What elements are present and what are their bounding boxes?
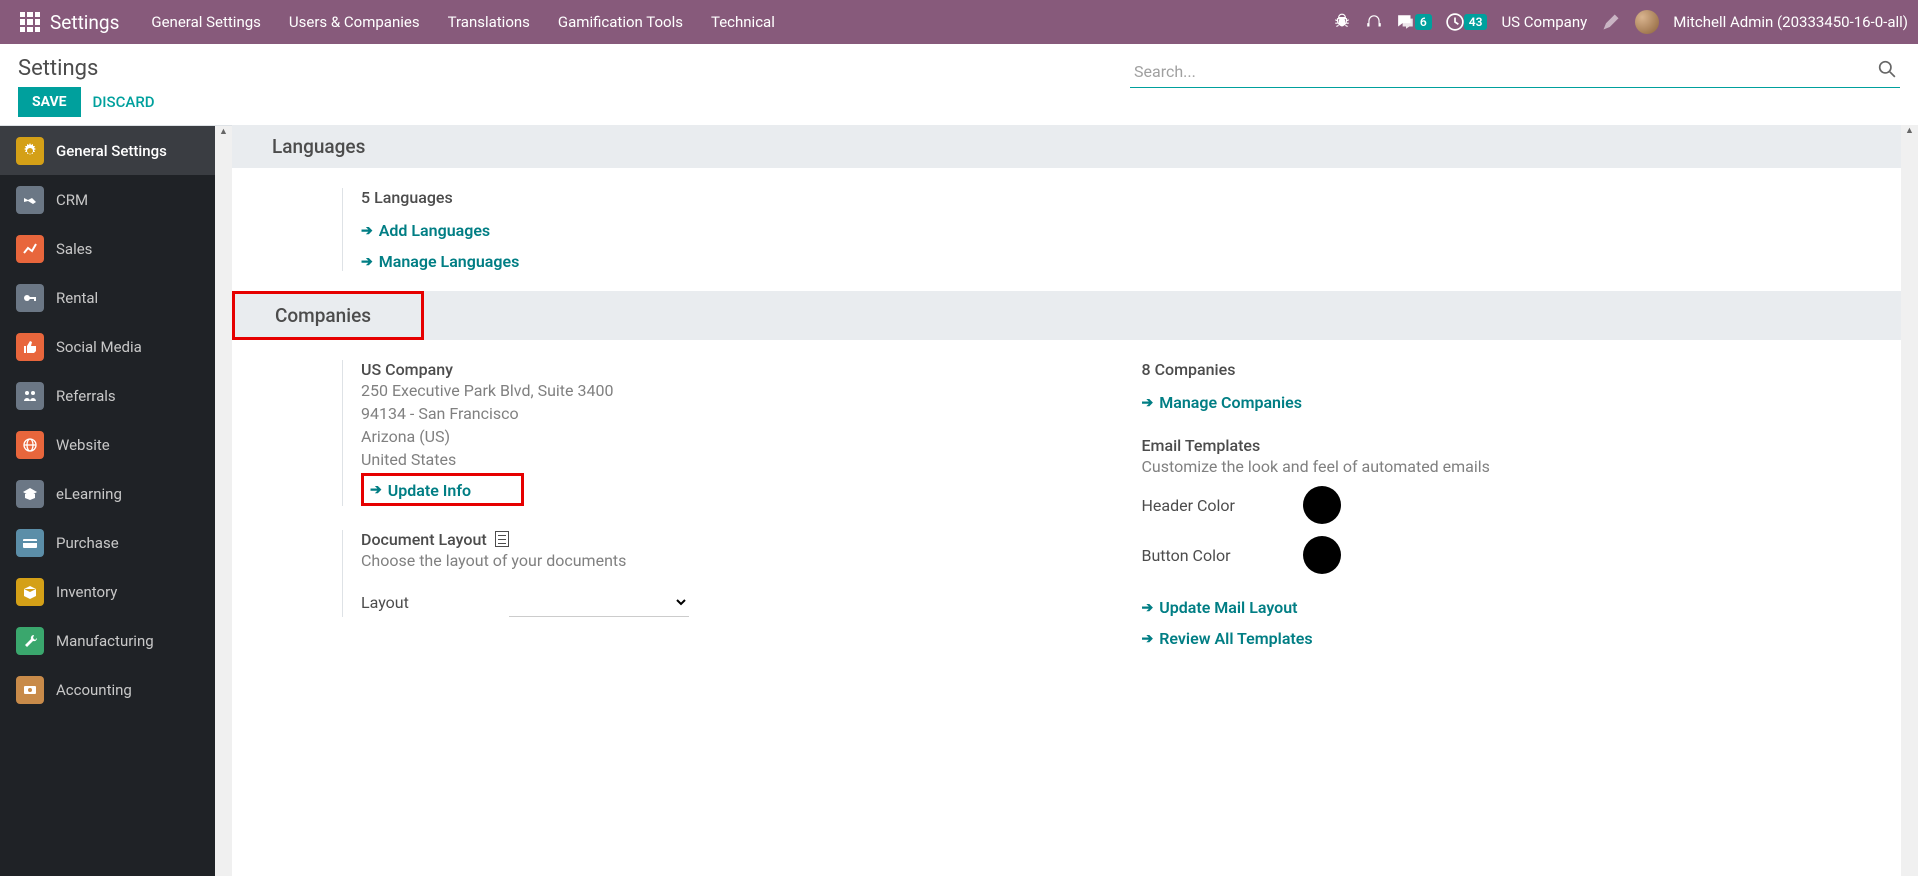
activities-badge: 43 <box>1464 14 1488 30</box>
nav-right: 6 43 US Company Mitchell Admin (20333450… <box>1333 10 1908 34</box>
arrow-right-icon: ➔ <box>1142 631 1154 647</box>
nav-menu-translations[interactable]: Translations <box>434 0 544 44</box>
card-icon <box>16 529 44 557</box>
bug-icon[interactable] <box>1333 13 1351 31</box>
header-color-label: Header Color <box>1142 496 1287 515</box>
thumbs-up-icon <box>16 333 44 361</box>
sidebar-item-accounting[interactable]: Accounting <box>0 665 215 714</box>
content: Languages 5 Languages ➔Add Languages ➔Ma… <box>232 125 1901 876</box>
sidebar-item-elearning[interactable]: eLearning <box>0 469 215 518</box>
handshake-icon <box>16 186 44 214</box>
update-info-link[interactable]: ➔Update Info <box>370 481 471 500</box>
sidebar-item-label: General Settings <box>56 142 167 160</box>
sidebar-item-social[interactable]: Social Media <box>0 322 215 371</box>
sidebar-item-rental[interactable]: Rental <box>0 273 215 322</box>
sidebar-item-label: Social Media <box>56 338 142 356</box>
arrow-right-icon: ➔ <box>361 254 373 270</box>
sidebar-item-general[interactable]: General Settings <box>0 126 215 175</box>
layout-label: Layout <box>361 593 409 612</box>
save-button[interactable]: SAVE <box>18 87 81 117</box>
people-icon <box>16 382 44 410</box>
manage-languages-link[interactable]: ➔Manage Languages <box>361 252 519 271</box>
email-templates-desc: Customize the look and feel of automated… <box>1142 457 1862 476</box>
doc-layout-title: Document Layout <box>361 530 1062 549</box>
arrow-right-icon: ➔ <box>361 223 373 239</box>
messages-badge: 6 <box>1415 14 1432 30</box>
nav-menu-users[interactable]: Users & Companies <box>275 0 434 44</box>
arrow-right-icon: ➔ <box>1142 395 1154 411</box>
company-name: US Company <box>361 360 1062 379</box>
add-languages-link[interactable]: ➔Add Languages <box>361 221 490 240</box>
top-nav: Settings General Settings Users & Compan… <box>0 0 1918 44</box>
company-addr3: Arizona (US) <box>361 427 1062 446</box>
languages-count: 5 Languages <box>361 188 1861 207</box>
sidebar: General Settings CRM Sales Rental Social… <box>0 126 215 876</box>
company-switcher[interactable]: US Company <box>1501 13 1587 31</box>
key-icon <box>16 284 44 312</box>
avatar[interactable] <box>1635 10 1659 34</box>
box-icon <box>16 578 44 606</box>
header-color-swatch[interactable] <box>1303 486 1341 524</box>
chart-icon <box>16 235 44 263</box>
tools-icon[interactable] <box>1601 12 1621 32</box>
doc-layout-desc: Choose the layout of your documents <box>361 551 1062 570</box>
company-addr4: United States <box>361 450 1062 469</box>
sidebar-item-website[interactable]: Website <box>0 420 215 469</box>
sidebar-item-label: Website <box>56 436 110 454</box>
company-addr2: 94134 - San Francisco <box>361 404 1062 423</box>
button-color-swatch[interactable] <box>1303 536 1341 574</box>
sidebar-item-label: Inventory <box>56 583 117 601</box>
arrow-right-icon: ➔ <box>370 482 382 498</box>
support-icon[interactable] <box>1365 13 1383 31</box>
sidebar-item-label: Manufacturing <box>56 632 154 650</box>
nav-title[interactable]: Settings <box>50 11 119 34</box>
company-addr1: 250 Executive Park Blvd, Suite 3400 <box>361 381 1062 400</box>
sidebar-item-crm[interactable]: CRM <box>0 175 215 224</box>
messages-icon[interactable]: 6 <box>1397 13 1432 31</box>
sidebar-item-label: Sales <box>56 240 92 258</box>
discard-button[interactable]: DISCARD <box>93 93 155 111</box>
review-templates-link[interactable]: ➔Review All Templates <box>1142 629 1313 648</box>
nav-menu-technical[interactable]: Technical <box>697 0 789 44</box>
section-header-languages: Languages <box>232 125 1901 168</box>
sidebar-scrollbar[interactable]: ▲ <box>215 126 232 876</box>
nav-menu-general[interactable]: General Settings <box>137 0 275 44</box>
apps-icon[interactable] <box>20 12 40 32</box>
sidebar-item-referrals[interactable]: Referrals <box>0 371 215 420</box>
section-header-companies: Companies <box>232 291 424 340</box>
user-menu[interactable]: Mitchell Admin (20333450-16-0-all) <box>1673 13 1908 31</box>
graduation-icon <box>16 480 44 508</box>
control-panel: Settings SAVE DISCARD <box>0 44 1918 125</box>
wrench-icon <box>16 627 44 655</box>
gear-icon <box>16 137 44 165</box>
sidebar-item-label: Rental <box>56 289 98 307</box>
sidebar-item-manufacturing[interactable]: Manufacturing <box>0 616 215 665</box>
sidebar-item-label: Referrals <box>56 387 116 405</box>
activities-icon[interactable]: 43 <box>1446 13 1488 31</box>
search-icon[interactable] <box>1878 60 1896 82</box>
layout-select[interactable] <box>509 588 689 617</box>
sidebar-item-label: Purchase <box>56 534 119 552</box>
sidebar-item-inventory[interactable]: Inventory <box>0 567 215 616</box>
page-title: Settings <box>18 56 155 81</box>
main-area: General Settings CRM Sales Rental Social… <box>0 125 1918 876</box>
email-templates-title: Email Templates <box>1142 436 1862 455</box>
sidebar-item-sales[interactable]: Sales <box>0 224 215 273</box>
button-color-label: Button Color <box>1142 546 1287 565</box>
nav-menu: General Settings Users & Companies Trans… <box>137 0 788 44</box>
arrow-right-icon: ➔ <box>1142 600 1154 616</box>
document-icon <box>495 531 509 547</box>
search-input[interactable] <box>1130 56 1900 88</box>
sidebar-item-label: CRM <box>56 191 88 209</box>
content-scrollbar[interactable]: ▲ <box>1901 125 1918 876</box>
sidebar-item-purchase[interactable]: Purchase <box>0 518 215 567</box>
sidebar-item-label: Accounting <box>56 681 132 699</box>
manage-companies-link[interactable]: ➔Manage Companies <box>1142 393 1302 412</box>
sidebar-item-label: eLearning <box>56 485 122 503</box>
money-icon <box>16 676 44 704</box>
nav-menu-gamification[interactable]: Gamification Tools <box>544 0 697 44</box>
update-mail-layout-link[interactable]: ➔Update Mail Layout <box>1142 598 1298 617</box>
globe-icon <box>16 431 44 459</box>
companies-count: 8 Companies <box>1142 360 1862 379</box>
